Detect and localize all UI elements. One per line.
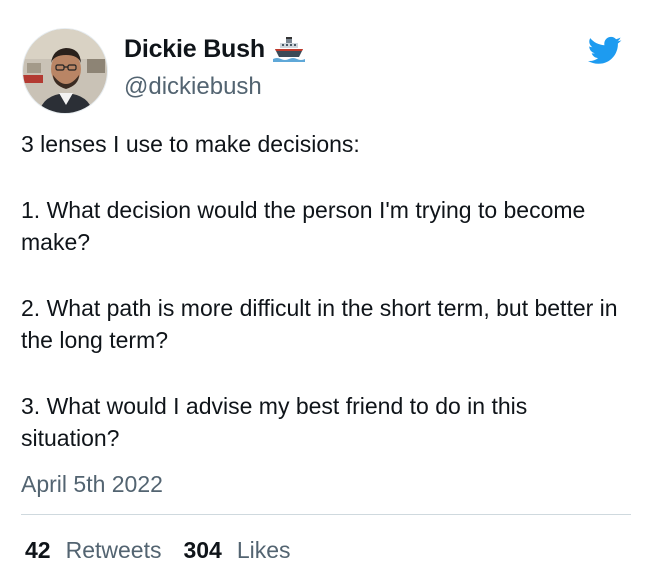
avatar-image (23, 29, 107, 113)
tweet-line: 1. What decision would the person I'm tr… (21, 197, 586, 255)
divider (21, 514, 631, 515)
avatar[interactable] (22, 28, 108, 114)
ship-icon (272, 35, 305, 63)
tweet-line: 2. What path is more difficult in the sh… (21, 295, 618, 353)
likes-label: Likes (236, 537, 291, 563)
retweets-stat[interactable]: 42 Retweets (25, 535, 161, 565)
likes-stat[interactable]: 304 Likes (183, 535, 290, 565)
tweet-line: 3. What would I advise my best friend to… (21, 393, 528, 451)
tweet-stats: 42 Retweets 304 Likes (25, 535, 291, 565)
retweets-label: Retweets (65, 537, 162, 563)
tweet-date[interactable]: April 5th 2022 (21, 468, 163, 500)
tweet-line: 3 lenses I use to make decisions: (21, 131, 360, 157)
author-name-row: Dickie Bush (124, 33, 305, 65)
tweet-text: 3 lenses I use to make decisions: 1. Wha… (21, 128, 631, 454)
author-handle[interactable]: @dickiebush (124, 72, 262, 102)
tweet-card: Dickie Bush @dickiebush 3 lenses I use t… (0, 0, 656, 574)
retweets-count: 42 (25, 537, 51, 563)
author-display-name[interactable]: Dickie Bush (124, 33, 265, 65)
twitter-bird-icon[interactable] (587, 36, 622, 66)
likes-count: 304 (183, 537, 222, 563)
